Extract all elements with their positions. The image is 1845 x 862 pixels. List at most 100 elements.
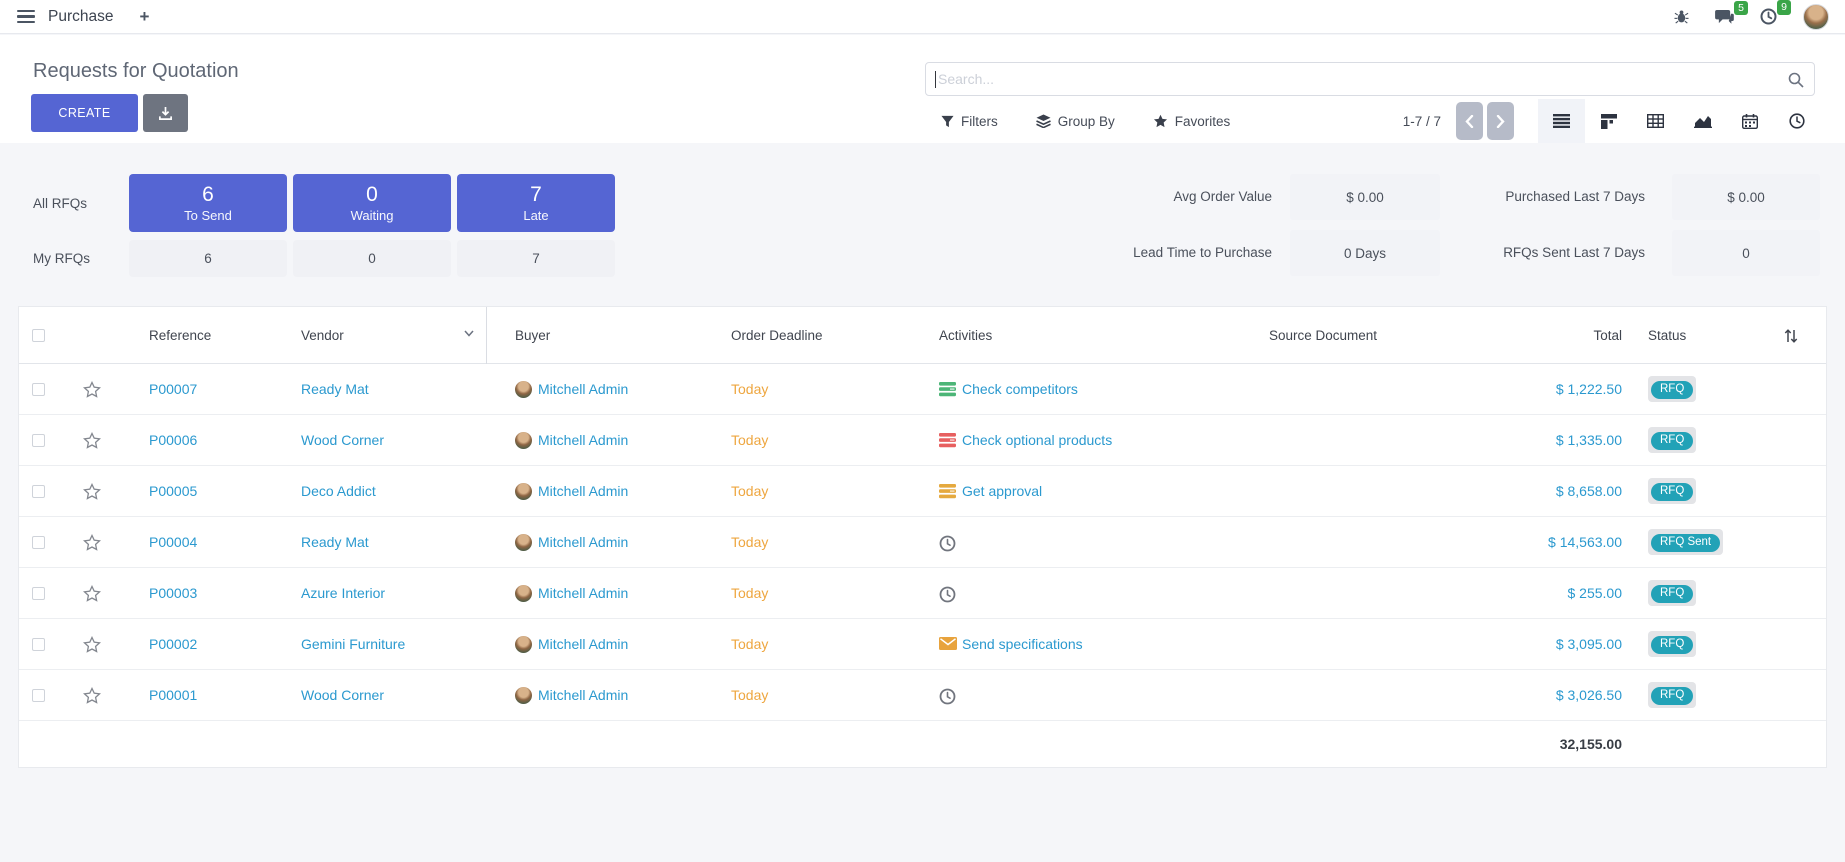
- vendor-link[interactable]: Wood Corner: [263, 687, 487, 703]
- sort-chevron-down-icon[interactable]: [464, 330, 474, 337]
- column-header-total[interactable]: Total: [1467, 328, 1622, 343]
- activity-label-link[interactable]: Check optional products: [962, 432, 1112, 448]
- vendor-link[interactable]: Wood Corner: [263, 432, 487, 448]
- activity-label-link[interactable]: Send specifications: [962, 636, 1083, 652]
- app-title[interactable]: Purchase: [48, 8, 113, 26]
- row-checkbox[interactable]: [32, 587, 45, 600]
- activity-clock-icon[interactable]: [939, 535, 956, 550]
- rfq-reference-link[interactable]: P00006: [113, 432, 263, 448]
- activity-clock-icon[interactable]: [939, 688, 956, 703]
- table-row[interactable]: P00004 Ready Mat Mitchell Admin Today $ …: [19, 517, 1826, 568]
- buyer-link[interactable]: Mitchell Admin: [538, 483, 628, 499]
- rfq-reference-link[interactable]: P00002: [113, 636, 263, 652]
- view-kanban-button[interactable]: [1585, 99, 1632, 143]
- vendor-link[interactable]: Azure Interior: [263, 585, 487, 601]
- table-row[interactable]: P00002 Gemini Furniture Mitchell Admin T…: [19, 619, 1826, 670]
- my-rfq-filter-card[interactable]: 0: [293, 240, 451, 277]
- list-header-row: Reference Vendor Buyer Order Deadline Ac…: [19, 307, 1826, 364]
- column-header-order-deadline[interactable]: Order Deadline: [703, 328, 915, 343]
- rfq-filter-card[interactable]: 7 Late: [457, 174, 615, 232]
- my-rfq-filter-card[interactable]: 6: [129, 240, 287, 277]
- activity-envelope-icon[interactable]: [939, 637, 956, 652]
- filters-button[interactable]: Filters: [941, 114, 998, 129]
- activity-list-yellow-icon[interactable]: [939, 484, 956, 499]
- metric-value: $ 0.00: [1672, 174, 1820, 220]
- search-icon[interactable]: [1788, 72, 1804, 88]
- activity-label-link[interactable]: Get approval: [962, 483, 1042, 499]
- rfq-reference-link[interactable]: P00004: [113, 534, 263, 550]
- favorite-star-icon[interactable]: [83, 534, 113, 551]
- favorite-star-icon[interactable]: [83, 687, 113, 704]
- user-avatar[interactable]: [1803, 4, 1829, 30]
- column-header-activities[interactable]: Activities: [915, 328, 1227, 343]
- select-all-checkbox[interactable]: [32, 329, 45, 342]
- favorites-button[interactable]: Favorites: [1153, 114, 1231, 129]
- rfq-reference-link[interactable]: P00005: [113, 483, 263, 499]
- buyer-link[interactable]: Mitchell Admin: [538, 687, 628, 703]
- rfq-filter-card[interactable]: 0 Waiting: [293, 174, 451, 232]
- favorite-star-icon[interactable]: [83, 381, 113, 398]
- view-list-button[interactable]: [1538, 99, 1585, 143]
- column-header-vendor[interactable]: Vendor: [263, 307, 487, 364]
- row-checkbox[interactable]: [32, 638, 45, 651]
- new-tab-button[interactable]: +: [139, 7, 149, 27]
- buyer-link[interactable]: Mitchell Admin: [538, 432, 628, 448]
- rfq-reference-link[interactable]: P00001: [113, 687, 263, 703]
- view-pivot-button[interactable]: [1632, 99, 1679, 143]
- pager-next-button[interactable]: [1487, 102, 1514, 140]
- rfq-reference-link[interactable]: P00007: [113, 381, 263, 397]
- group-by-button[interactable]: Group By: [1036, 114, 1115, 129]
- row-checkbox[interactable]: [32, 434, 45, 447]
- column-header-reference[interactable]: Reference: [113, 328, 263, 343]
- column-header-buyer[interactable]: Buyer: [487, 328, 703, 343]
- view-calendar-button[interactable]: [1726, 99, 1773, 143]
- table-row[interactable]: P00005 Deco Addict Mitchell Admin Today …: [19, 466, 1826, 517]
- buyer-link[interactable]: Mitchell Admin: [538, 534, 628, 550]
- metrics-right-column: Purchased Last 7 Days $ 0.00 RFQs Sent L…: [1503, 174, 1820, 276]
- buyer-link[interactable]: Mitchell Admin: [538, 585, 628, 601]
- activities-clock-icon[interactable]: 9: [1760, 8, 1777, 25]
- favorite-star-icon[interactable]: [83, 585, 113, 602]
- row-checkbox[interactable]: [32, 536, 45, 549]
- table-row[interactable]: P00003 Azure Interior Mitchell Admin Tod…: [19, 568, 1826, 619]
- activity-clock-icon[interactable]: [939, 586, 956, 601]
- rfq-reference-link[interactable]: P00003: [113, 585, 263, 601]
- vendor-link[interactable]: Ready Mat: [263, 534, 487, 550]
- rfq-filter-card[interactable]: 6 To Send: [129, 174, 287, 232]
- row-checkbox[interactable]: [32, 689, 45, 702]
- view-graph-button[interactable]: [1679, 99, 1726, 143]
- optional-columns-icon[interactable]: [1784, 329, 1798, 343]
- table-row[interactable]: P00001 Wood Corner Mitchell Admin Today …: [19, 670, 1826, 721]
- favorite-star-icon[interactable]: [83, 636, 113, 653]
- activity-list-green-icon[interactable]: [939, 382, 956, 397]
- buyer-link[interactable]: Mitchell Admin: [538, 636, 628, 652]
- messages-icon[interactable]: 5: [1715, 9, 1734, 25]
- vendor-link[interactable]: Gemini Furniture: [263, 636, 487, 652]
- my-rfq-filter-card[interactable]: 7: [457, 240, 615, 277]
- row-checkbox[interactable]: [32, 383, 45, 396]
- list-footer-row: 32,155.00: [19, 721, 1826, 766]
- all-rfqs-cards: 6 To Send 0 Waiting 7 Late: [129, 174, 615, 232]
- buyer-link[interactable]: Mitchell Admin: [538, 381, 628, 397]
- view-activity-button[interactable]: [1773, 99, 1820, 143]
- favorite-star-icon[interactable]: [83, 432, 113, 449]
- column-header-status[interactable]: Status: [1622, 328, 1772, 343]
- order-deadline-value: Today: [703, 534, 915, 550]
- column-header-source-document[interactable]: Source Document: [1227, 328, 1467, 343]
- search-input[interactable]: Search...: [925, 62, 1815, 96]
- debug-bug-icon[interactable]: [1674, 9, 1689, 24]
- row-checkbox[interactable]: [32, 485, 45, 498]
- status-badge: RFQ Sent: [1648, 529, 1723, 555]
- vendor-link[interactable]: Deco Addict: [263, 483, 487, 499]
- activity-list-red-icon[interactable]: [939, 433, 956, 448]
- table-row[interactable]: P00007 Ready Mat Mitchell Admin Today Ch…: [19, 364, 1826, 415]
- pager-previous-button[interactable]: [1456, 102, 1483, 140]
- vendor-link[interactable]: Ready Mat: [263, 381, 487, 397]
- favorite-star-icon[interactable]: [83, 483, 113, 500]
- pager-range: 1-7 / 7: [1403, 114, 1441, 129]
- create-button[interactable]: CREATE: [31, 94, 138, 132]
- table-row[interactable]: P00006 Wood Corner Mitchell Admin Today …: [19, 415, 1826, 466]
- activity-label-link[interactable]: Check competitors: [962, 381, 1078, 397]
- apps-menu-icon[interactable]: [17, 7, 35, 27]
- export-download-button[interactable]: [143, 94, 188, 132]
